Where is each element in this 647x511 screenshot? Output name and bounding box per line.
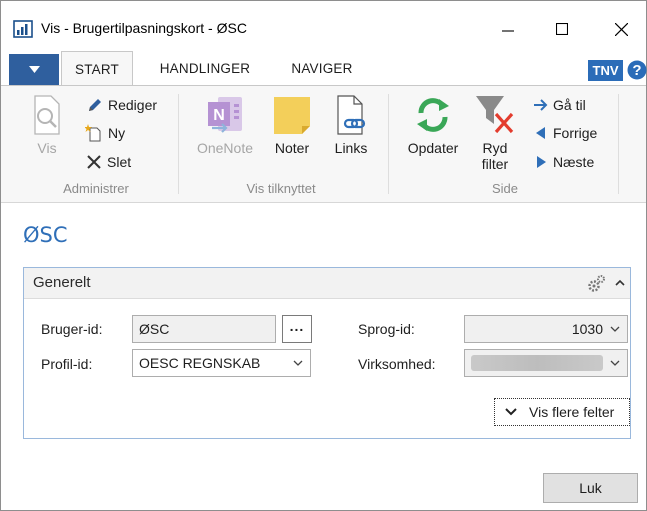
- arrow-right-icon: [534, 99, 548, 111]
- links-button[interactable]: Links: [331, 94, 371, 156]
- triangle-left-icon: [536, 127, 545, 139]
- ribbon-separator: [178, 94, 179, 194]
- new-button[interactable]: Ny: [85, 122, 125, 144]
- maximize-icon: [556, 23, 568, 35]
- profil-id-label: Profil-id:: [41, 356, 93, 372]
- delete-button[interactable]: Slet: [86, 151, 131, 173]
- refresh-icon: [417, 98, 449, 132]
- previous-button[interactable]: Forrige: [534, 122, 597, 144]
- bruger-id-label: Bruger-id:: [41, 321, 103, 337]
- note-icon: [274, 97, 310, 134]
- window: Vis - Brugertilpasningskort - ØSC START …: [0, 0, 647, 511]
- ribbon-separator: [388, 94, 389, 194]
- ribbon-separator: [618, 94, 619, 194]
- group-label-vis-tilknyttet: Vis tilknyttet: [246, 181, 316, 196]
- chevron-down-icon: [610, 326, 620, 332]
- view-label: Vis: [37, 140, 57, 156]
- triangle-right-icon: [537, 156, 546, 168]
- maximize-button[interactable]: [539, 9, 585, 49]
- clear-filter-label: Ryd filter: [481, 140, 509, 172]
- dynamics-nav-icon: [13, 20, 33, 38]
- user-initials-badge[interactable]: TNV: [588, 60, 623, 81]
- notes-button[interactable]: Noter: [269, 94, 315, 156]
- tab-handlinger[interactable]: HANDLINGER: [149, 51, 261, 85]
- window-title: Vis - Brugertilpasningskort - ØSC: [41, 20, 247, 36]
- sprog-id-select[interactable]: 1030: [464, 315, 628, 343]
- profil-id-select[interactable]: OESC REGNSKAB: [132, 349, 311, 377]
- goto-label: Gå til: [553, 97, 586, 113]
- goto-button[interactable]: Gå til: [534, 94, 586, 116]
- minimize-icon: [502, 30, 514, 32]
- virksomhed-select[interactable]: [464, 349, 628, 377]
- bruger-id-lookup-button[interactable]: ...: [282, 315, 312, 343]
- bruger-id-value: ØSC: [139, 321, 170, 337]
- virksomhed-label: Virksomhed:: [358, 356, 436, 372]
- title-bar: Vis - Brugertilpasningskort - ØSC: [1, 1, 646, 51]
- group-label-administrer: Administrer: [63, 181, 129, 196]
- fasttab-generelt: Generelt Bruger-id: ØSC ... Profil-id: O…: [23, 267, 631, 439]
- application-menu-button[interactable]: [9, 54, 59, 85]
- fasttab-title: Generelt: [33, 274, 91, 291]
- group-label-side: Side: [491, 181, 519, 196]
- previous-label: Forrige: [553, 125, 598, 141]
- bruger-id-field[interactable]: ØSC: [132, 315, 276, 343]
- onenote-icon: N: [208, 97, 242, 133]
- ribbon-tabs: START HANDLINGER NAVIGER TNV ?: [1, 51, 647, 86]
- next-button[interactable]: Næste: [534, 151, 594, 173]
- sprog-id-value: 1030: [571, 321, 603, 337]
- clear-filter-button[interactable]: Ryd filter: [473, 94, 517, 172]
- view-magnifier-icon: [34, 95, 60, 135]
- virksomhed-value-obscured: [471, 355, 609, 371]
- page-title: ØSC: [23, 223, 68, 247]
- chevron-down-icon: [505, 408, 517, 416]
- edit-label: Rediger: [108, 97, 158, 113]
- tab-naviger[interactable]: NAVIGER: [277, 51, 367, 85]
- refresh-label: Opdater: [407, 140, 459, 156]
- new-document-icon: [85, 124, 101, 142]
- pencil-icon: [89, 99, 101, 111]
- chevron-down-icon: [610, 360, 620, 366]
- gear-icon[interactable]: [586, 274, 606, 294]
- view-button[interactable]: Vis: [31, 94, 63, 156]
- show-more-fields-button[interactable]: Vis flere felter: [494, 398, 630, 426]
- onenote-label: OneNote: [196, 140, 254, 156]
- notes-label: Noter: [274, 140, 310, 156]
- tab-start[interactable]: START: [61, 51, 133, 86]
- question-icon[interactable]: ?: [627, 59, 647, 81]
- svg-text:N: N: [213, 107, 225, 124]
- close-window-button[interactable]: [598, 9, 644, 49]
- chevron-down-icon: [28, 66, 40, 73]
- ribbon: Vis Rediger Ny Slet Administrer N OneNot…: [1, 85, 646, 203]
- close-icon: [614, 22, 628, 36]
- close-button[interactable]: Luk: [543, 473, 638, 503]
- links-label: Links: [334, 140, 368, 156]
- onenote-button[interactable]: N OneNote: [191, 94, 259, 156]
- chevron-up-icon[interactable]: [614, 277, 626, 289]
- chevron-down-icon: [293, 360, 303, 366]
- edit-button[interactable]: Rediger: [87, 94, 157, 116]
- clear-filter-icon: [476, 96, 514, 134]
- delete-label: Slet: [107, 154, 132, 170]
- next-label: Næste: [553, 154, 595, 170]
- svg-text:?: ?: [632, 62, 641, 79]
- fasttab-header[interactable]: Generelt: [24, 268, 630, 299]
- show-more-fields-label: Vis flere felter: [529, 404, 615, 420]
- minimize-button[interactable]: [485, 9, 531, 49]
- delete-x-icon: [87, 155, 101, 169]
- sprog-id-label: Sprog-id:: [358, 321, 415, 337]
- profil-id-value: OESC REGNSKAB: [139, 355, 261, 371]
- refresh-button[interactable]: Opdater: [402, 94, 464, 156]
- link-document-icon: [337, 95, 366, 135]
- new-label: Ny: [108, 125, 126, 141]
